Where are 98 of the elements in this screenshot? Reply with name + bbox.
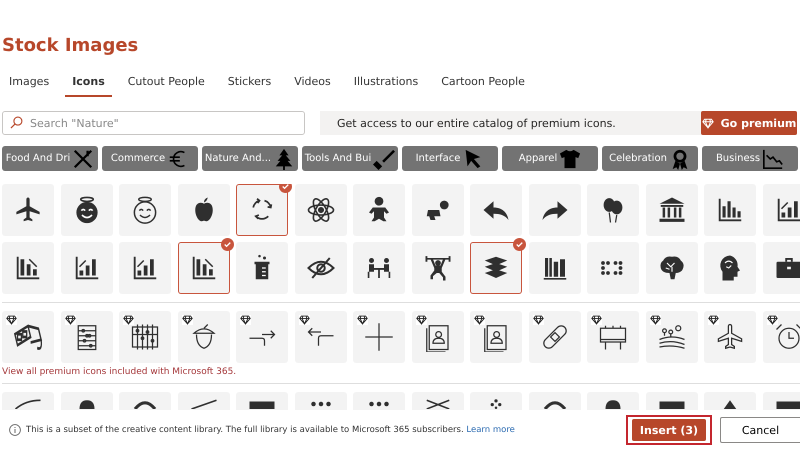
icon-tile[interactable] [528,311,580,363]
icon-tile[interactable] [646,184,698,236]
icon-tile[interactable] [646,242,698,294]
cancel-button[interactable]: Cancel [720,417,800,443]
selected-check-icon [513,238,526,251]
icon-tile[interactable] [119,311,171,363]
icon-tile[interactable] [528,242,580,294]
icon-tile[interactable] [353,184,405,236]
field-landscape-icon [656,322,686,352]
tab[interactable]: Cutout People [120,71,212,97]
icon-tile[interactable] [2,184,54,236]
icon-tile[interactable] [60,311,112,363]
rectangle-shape-icon [656,399,686,409]
utensils-icon [72,148,94,170]
search-field[interactable]: Search "Nature" [2,111,305,135]
learn-more-link[interactable]: Learn more [466,425,515,435]
icon-tile[interactable] [704,242,756,294]
icon-tile[interactable] [119,184,171,236]
insert-button[interactable]: Insert (3) [632,419,706,441]
icon-tile[interactable] [470,311,522,363]
selected-check-icon [220,238,234,251]
icon-tile[interactable] [2,242,54,294]
diamond-icon [702,118,714,128]
icon-tile[interactable] [470,184,522,236]
icon-tile[interactable] [353,242,405,294]
icon-tile[interactable] [178,311,230,363]
premium-diamond-icon [64,315,76,325]
icon-tile[interactable] [2,311,54,363]
paintbrush-icon [373,148,396,170]
tshirt-icon [559,148,582,170]
icon-tile[interactable] [412,242,464,294]
rectangle-shape-icon [247,399,277,409]
tab[interactable]: Icons [65,71,112,97]
curve-line-icon [13,399,43,409]
bank-building-icon [656,195,686,225]
decline-chart-icon [762,148,784,170]
icon-tile[interactable] [704,184,756,236]
icon-tile[interactable] [587,184,639,236]
premium-diamond-icon [532,315,544,325]
icon-tile[interactable] [294,311,346,363]
abacus-icon [130,322,160,352]
premium-diamond-icon [182,315,192,325]
premium-diamond-icon [357,315,368,325]
icon-tile[interactable] [528,184,580,236]
dialog-title: Stock Images [2,34,140,58]
tab[interactable]: Stickers [220,71,278,97]
icon-tile[interactable] [646,311,698,363]
premium-diamond-icon [708,315,719,325]
icon-tile[interactable] [236,311,288,363]
premium-banner-text: Get access to our entire catalog of premium icons. [337,116,616,130]
icon-tile[interactable] [587,311,639,363]
icon-tile[interactable] [587,242,639,294]
premium-diamond-icon [123,315,134,325]
icon-tile[interactable] [353,311,405,363]
icon-tile[interactable] [762,184,800,236]
plus-icon [364,322,394,352]
category-chip[interactable]: Food And Dri [2,146,98,171]
icon-tile[interactable] [412,311,464,363]
premium-icons-link[interactable]: View all premium icons included with Microsoft 365. [2,367,800,377]
icon-tile[interactable] [294,242,346,294]
category-chip[interactable]: Business [702,146,798,171]
icon-tile[interactable] [704,311,756,363]
library-note: This is a subset of the creative content library. The full library is available to Microsoft 365 subscribers. Learn more [26,425,515,435]
category-chip[interactable]: Apparel [502,146,598,171]
atom-icon [306,195,336,225]
icon-tile[interactable] [294,184,346,236]
premium-diamond-icon [591,315,602,325]
icon-tile[interactable] [119,242,171,294]
premium-diamond-icon [416,315,426,325]
premium-diamond-icon [298,315,310,325]
premium-diamond-icon [240,315,251,325]
icon-tile[interactable] [178,184,230,236]
category-chip[interactable]: Tools And Bui [302,146,398,171]
icon-tile[interactable] [412,184,464,236]
category-chip[interactable]: Interface [402,146,498,171]
category-chip[interactable]: Commerce [102,146,198,171]
premium-diamond-icon [6,315,17,325]
category-chip[interactable]: Nature And... [202,146,298,171]
search-icon [10,116,23,129]
airplane-icon [715,322,745,352]
weightlifter-icon [422,253,452,283]
tab[interactable]: Videos [287,71,338,97]
icon-tile[interactable] [236,242,288,294]
tab[interactable]: Images [2,71,56,97]
alarm-clock-icon [774,322,800,352]
info-icon [9,424,21,436]
category-chip[interactable]: Celebration [602,146,698,171]
icon-tile[interactable] [762,242,800,294]
tab[interactable]: Cartoon People [434,71,532,97]
premium-diamond-icon [766,315,778,325]
go-premium-button[interactable]: Go premium [701,111,797,135]
icon-tile[interactable] [60,242,112,294]
premium-diamond-icon [474,315,485,325]
check-mark-icon [188,399,218,409]
tab[interactable]: Illustrations [346,71,426,97]
icon-tile[interactable] [762,311,800,363]
icon-tile[interactable] [60,184,112,236]
premium-diamond-icon [650,315,660,325]
